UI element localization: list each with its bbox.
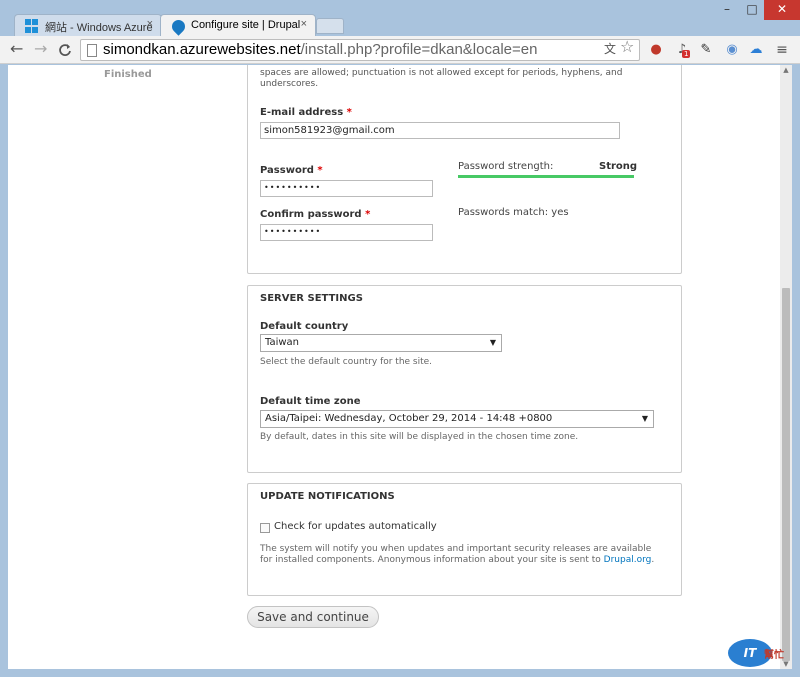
tab-title: Configure site | Drupal [191, 19, 301, 31]
camera-icon[interactable]: ◉ [724, 42, 740, 58]
page-content: Finished spaces are allowed; punctuation… [8, 65, 780, 669]
server-settings-legend: SERVER SETTINGS [260, 293, 363, 304]
check-updates-checkbox[interactable] [260, 523, 270, 533]
default-country-select[interactable]: Taiwan ▼ [260, 334, 502, 352]
email-field[interactable]: simon581923@gmail.com [260, 122, 620, 139]
address-host: simondkan.azurewebsites.net [103, 41, 301, 58]
translate-icon[interactable]: 文 [604, 40, 616, 57]
password-field[interactable]: •••••••••• [260, 180, 433, 197]
new-tab-button[interactable] [316, 18, 344, 34]
notification-badge: 1 [682, 50, 691, 58]
scrollbar-thumb[interactable] [782, 288, 790, 661]
map-pin-icon[interactable]: ● [648, 42, 664, 58]
notification-bell-icon[interactable]: ♪1 [674, 42, 691, 58]
evernote-icon[interactable]: ✎ [698, 42, 714, 58]
cloud-icon[interactable]: ☁ [748, 42, 764, 58]
sidebar-item-finished: Finished [104, 69, 152, 80]
passwords-match-text: Passwords match: yes [458, 207, 569, 218]
bookmark-star-icon[interactable]: ☆ [620, 37, 634, 56]
tab-configure-site[interactable]: Configure site | Drupal × [160, 14, 316, 36]
update-notifications-fieldset: UPDATE NOTIFICATIONS Check for updates a… [247, 483, 682, 596]
default-country-description: Select the default country for the site. [260, 357, 433, 367]
default-timezone-label: Default time zone [260, 396, 361, 407]
watermark-text: 幫忙 [764, 650, 784, 661]
default-country-value: Taiwan [265, 337, 300, 348]
menu-icon[interactable]: ≡ [774, 42, 790, 58]
browser-toolbar: ← → simondkan.azurewebsites.net/install.… [0, 36, 800, 64]
vertical-scrollbar[interactable]: ▲ ▼ [780, 65, 792, 669]
drupal-drop-icon [169, 17, 188, 36]
forward-button[interactable]: → [34, 40, 47, 58]
update-notifications-legend: UPDATE NOTIFICATIONS [260, 491, 395, 502]
required-marker: * [346, 107, 352, 118]
minimize-button[interactable]: – [714, 0, 740, 20]
update-notifications-description: The system will notify you when updates … [260, 544, 655, 565]
tab-close-icon[interactable]: × [301, 18, 307, 30]
ithome-watermark-logo: IT 幫忙 [728, 635, 798, 673]
chevron-down-icon: ▼ [489, 338, 496, 347]
username-description: spaces are allowed; punctuation is not a… [260, 68, 623, 89]
password-strength-fill [458, 175, 634, 178]
maximize-button[interactable]: □ [740, 0, 764, 20]
user-account-fieldset: spaces are allowed; punctuation is not a… [247, 65, 682, 274]
reload-icon [59, 44, 71, 56]
tab-close-icon[interactable]: × [147, 18, 153, 30]
windows-logo-icon [25, 19, 39, 33]
default-country-label: Default country [260, 321, 349, 332]
close-window-button[interactable]: ✕ [764, 0, 800, 20]
password-label: Password * [260, 165, 323, 176]
password-strength-bar [458, 175, 634, 178]
address-path: /install.php?profile=dkan&locale=en [300, 41, 538, 58]
tab-windows-azure[interactable]: 網站 - Windows Azure × [14, 14, 162, 36]
save-and-continue-button[interactable]: Save and continue [247, 606, 379, 628]
password-strength-label: Password strength: [458, 161, 554, 172]
required-marker: * [365, 209, 371, 220]
default-timezone-select[interactable]: Asia/Taipei: Wednesday, October 29, 2014… [260, 410, 654, 428]
reload-button[interactable] [58, 40, 72, 61]
chevron-down-icon: ▼ [641, 414, 648, 423]
email-label: E-mail address * [260, 107, 352, 118]
back-button[interactable]: ← [10, 40, 23, 58]
browser-window: 網站 - Windows Azure × Configure site | Dr… [0, 0, 800, 677]
confirm-password-label: Confirm password * [260, 209, 371, 220]
default-timezone-value: Asia/Taipei: Wednesday, October 29, 2014… [265, 413, 553, 424]
page-icon [87, 44, 97, 57]
scroll-up-icon[interactable]: ▲ [782, 66, 790, 74]
drupal-org-link[interactable]: Drupal.org [604, 555, 652, 565]
confirm-password-field[interactable]: •••••••••• [260, 224, 433, 241]
default-timezone-description: By default, dates in this site will be d… [260, 432, 579, 442]
check-updates-label[interactable]: Check for updates automatically [274, 521, 437, 532]
tab-title: 網站 - Windows Azure [45, 22, 153, 34]
required-marker: * [317, 165, 323, 176]
address-bar[interactable]: simondkan.azurewebsites.net/install.php?… [80, 39, 640, 61]
tab-strip: 網站 - Windows Azure × Configure site | Dr… [0, 0, 800, 36]
password-strength-value: Strong [599, 161, 638, 172]
server-settings-fieldset: SERVER SETTINGS Default country Taiwan ▼… [247, 285, 682, 473]
